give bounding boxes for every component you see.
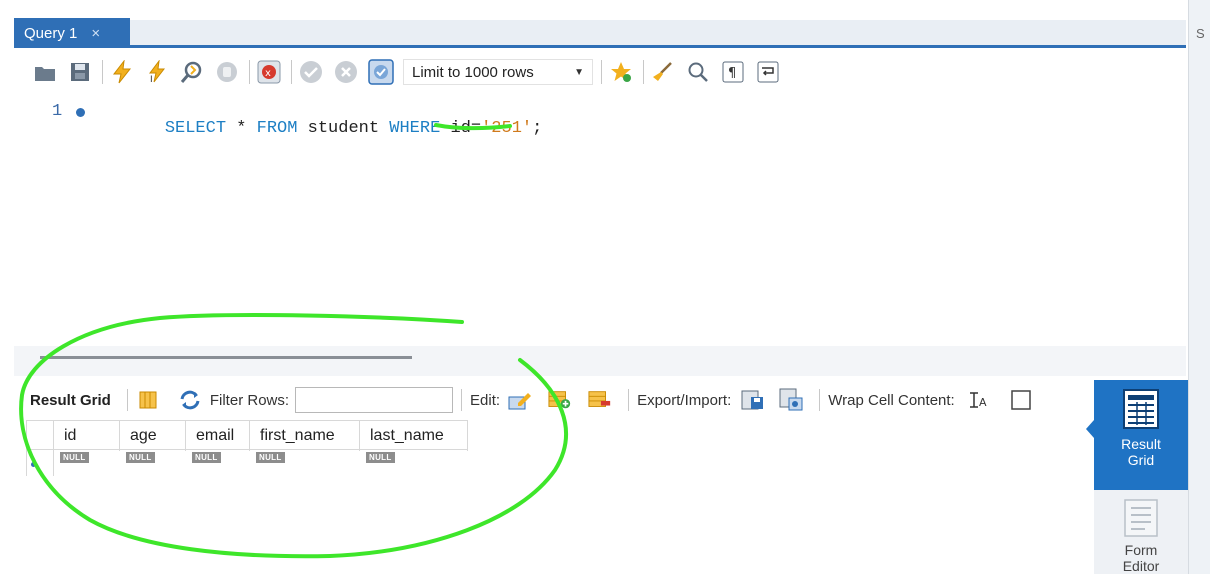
tab-strip (14, 20, 1186, 48)
commit-icon[interactable] (298, 59, 324, 85)
find-icon[interactable] (685, 59, 711, 85)
import-icon[interactable] (779, 388, 803, 412)
right-pane-letter: S (1196, 26, 1205, 41)
result-grid-button-label: Result Grid (1121, 436, 1161, 468)
grid-header-row: id age email first_name last_name (26, 420, 468, 451)
grid-cell[interactable]: NULL (54, 450, 120, 476)
limit-rows-select[interactable]: Limit to 1000 rows ▼ (403, 59, 593, 85)
explain-icon[interactable] (179, 59, 205, 85)
line-number: 1 (52, 102, 63, 121)
stop-icon[interactable] (214, 59, 240, 85)
result-grid-button[interactable]: Result Grid (1086, 380, 1188, 490)
code-token: WHERE (389, 119, 441, 138)
row-header[interactable] (26, 450, 54, 476)
tab-close-icon[interactable]: × (91, 25, 100, 42)
export-import-label: Export/Import: (637, 391, 732, 409)
code-token: student (297, 119, 390, 138)
toggle-error-icon[interactable]: x (256, 59, 282, 85)
column-header-last-name[interactable]: last_name (360, 421, 468, 451)
column-header-id[interactable]: id (54, 421, 120, 451)
null-badge: NULL (366, 452, 395, 463)
save-icon[interactable] (67, 59, 93, 85)
code-token: id= (440, 119, 482, 138)
right-side-pane: S (1188, 0, 1210, 574)
grid-cell[interactable]: NULL (250, 450, 360, 476)
toolbar-separator (628, 389, 630, 411)
rollback-icon[interactable] (333, 59, 359, 85)
chevron-down-icon: ▼ (574, 66, 584, 78)
grid-cell[interactable]: NULL (120, 450, 186, 476)
grid-icon (1123, 389, 1159, 429)
form-icon (1124, 499, 1158, 537)
folder-open-icon[interactable] (32, 59, 58, 85)
word-wrap-icon[interactable] (755, 59, 781, 85)
sql-editor[interactable]: 1 SELECT * FROM student WHERE id='251'; (14, 94, 1186, 346)
execute-icon[interactable] (109, 59, 135, 85)
code-token: FROM (256, 119, 298, 138)
execute-current-icon[interactable]: I (144, 59, 170, 85)
broom-icon[interactable] (650, 59, 676, 85)
result-grid-label: Result Grid (30, 391, 111, 409)
sql-editor-toolbar: I x Limit to 1000 rows ▼ ¶ (14, 50, 1186, 94)
tab-query-1[interactable]: Query 1 × (14, 18, 130, 48)
toolbar-separator (291, 60, 292, 84)
code-token: * (226, 119, 257, 138)
result-toolbar: Result Grid Filter Rows: Edit: Export/Im… (14, 378, 1094, 422)
toolbar-separator (461, 389, 463, 411)
null-badge: NULL (126, 452, 155, 463)
svg-text:I: I (150, 75, 153, 84)
toolbar-separator (601, 60, 602, 84)
panel-splitter[interactable] (14, 346, 1186, 376)
toolbar-separator (126, 389, 128, 411)
grid-cell[interactable]: NULL (360, 450, 468, 476)
svg-text:A: A (979, 396, 987, 409)
grid-cell[interactable]: NULL (186, 450, 250, 476)
tab-label: Query 1 (24, 24, 78, 42)
table-row[interactable]: NULL NULL NULL NULL NULL (26, 450, 468, 476)
refresh-icon[interactable] (178, 388, 202, 412)
form-editor-button-label: Form Editor (1122, 542, 1160, 574)
code-token: ; (532, 119, 543, 138)
null-badge: NULL (192, 452, 221, 463)
svg-text:x: x (265, 68, 271, 79)
column-header-first-name[interactable]: first_name (250, 421, 360, 451)
result-side-panel: Result Grid Form Editor (1086, 380, 1188, 574)
invisible-chars-icon[interactable]: ¶ (720, 59, 746, 85)
grid-row-header-corner (26, 421, 54, 451)
checkbox-icon[interactable] (1009, 388, 1033, 412)
splitter-grip[interactable] (40, 356, 412, 359)
limit-select-value: Limit to 1000 rows (412, 63, 534, 81)
null-badge: NULL (60, 452, 89, 463)
row-marker-icon (31, 462, 36, 467)
toolbar-separator (249, 60, 250, 84)
edit-cell-icon[interactable] (508, 388, 532, 412)
autocommit-icon[interactable] (368, 59, 394, 85)
export-icon[interactable] (741, 388, 765, 412)
wrap-cell-icon[interactable]: A (967, 388, 991, 412)
sql-code-line[interactable]: SELECT * FROM student WHERE id='251'; (124, 100, 543, 157)
code-token: '251' (481, 119, 533, 138)
null-badge: NULL (256, 452, 285, 463)
edit-label: Edit: (470, 391, 501, 409)
delete-row-icon[interactable] (588, 388, 612, 412)
toolbar-separator (819, 389, 821, 411)
statement-marker-icon (76, 108, 85, 117)
toolbar-separator (643, 60, 644, 84)
query-tab-bar: Query 1 × (0, 0, 1188, 48)
toolbar-separator (102, 60, 103, 84)
column-header-email[interactable]: email (186, 421, 250, 451)
active-pointer (1086, 420, 1094, 438)
column-header-age[interactable]: age (120, 421, 186, 451)
column-layout-icon[interactable] (136, 388, 160, 412)
code-token: SELECT (164, 119, 227, 138)
form-editor-button[interactable]: Form Editor (1094, 498, 1188, 574)
result-grid[interactable]: id age email first_name last_name NULL N… (14, 420, 1094, 574)
filter-rows-input[interactable] (295, 387, 454, 413)
wrap-cell-label: Wrap Cell Content: (828, 391, 955, 409)
beautify-icon[interactable] (608, 59, 634, 85)
filter-rows-label: Filter Rows: (209, 391, 290, 409)
svg-text:¶: ¶ (728, 66, 736, 81)
add-row-icon[interactable] (548, 388, 572, 412)
